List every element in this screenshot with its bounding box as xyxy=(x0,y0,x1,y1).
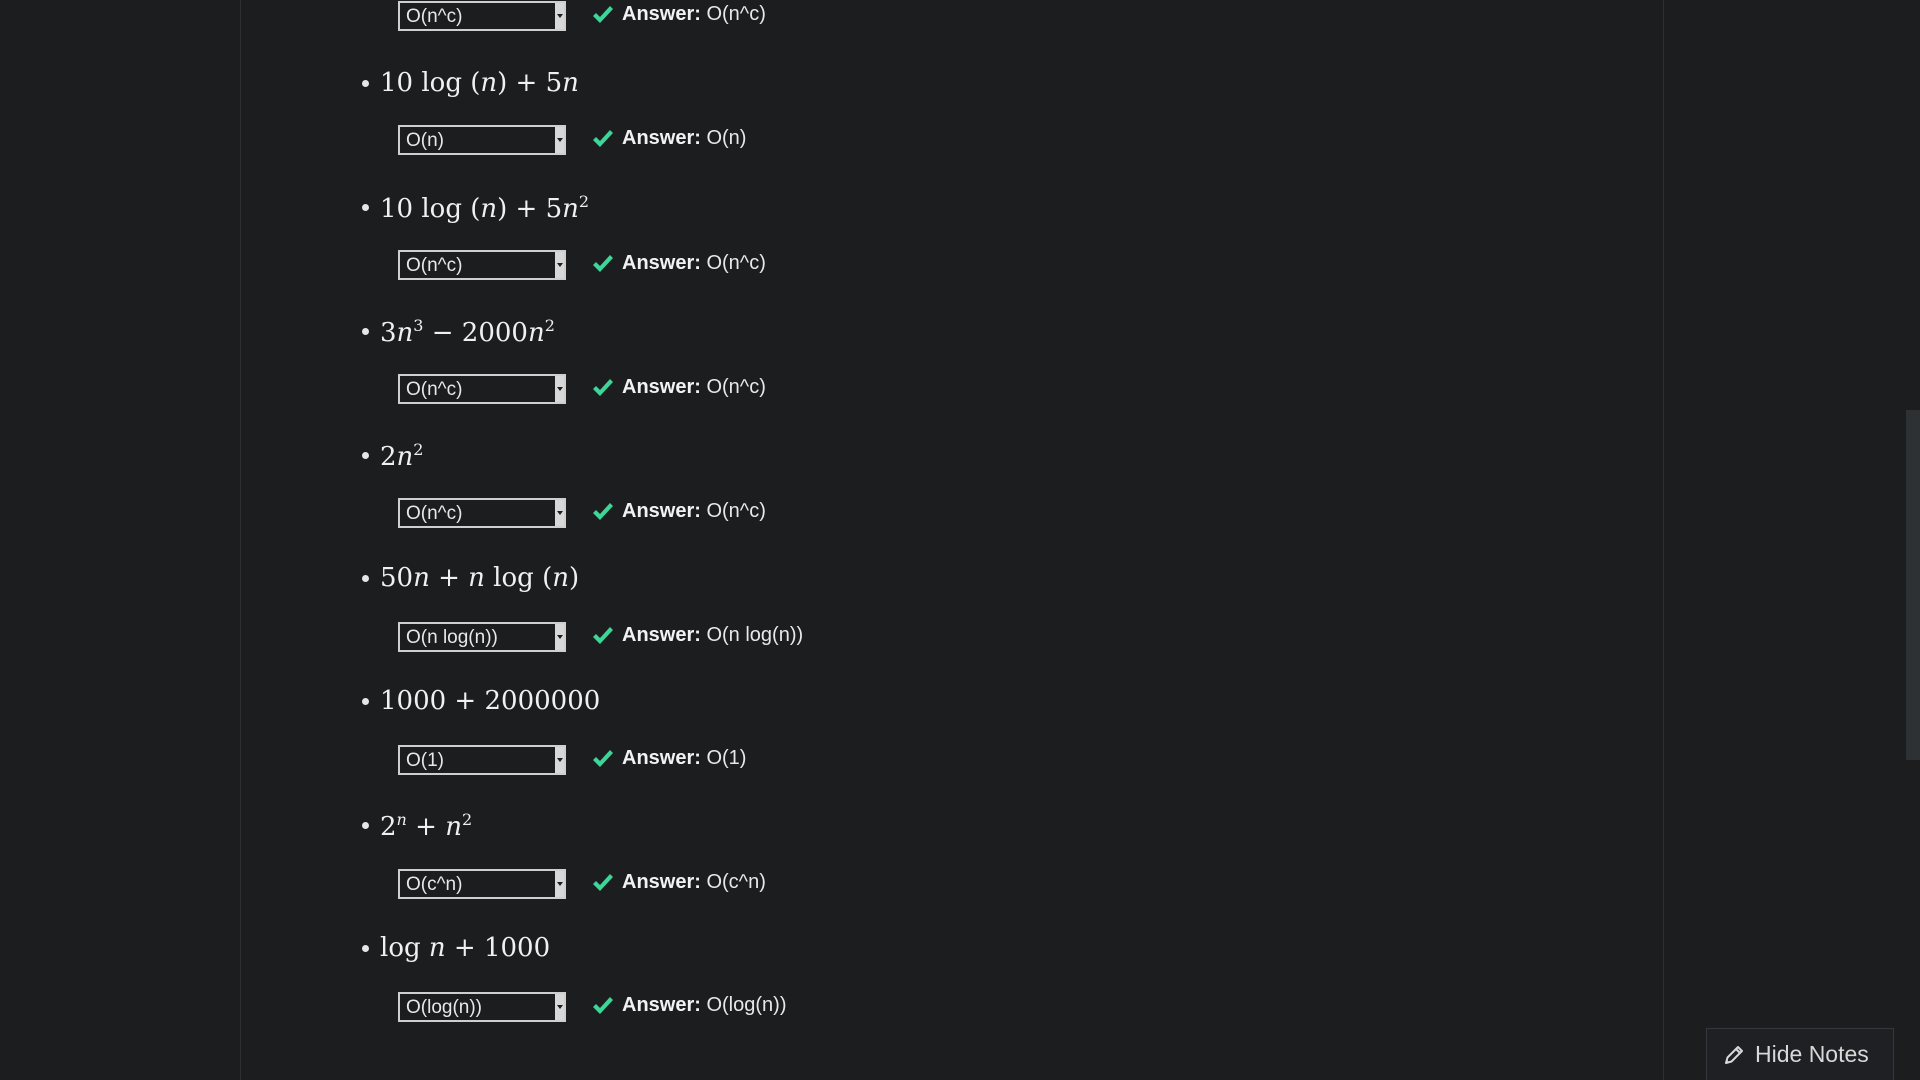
dropdown-arrow-icon[interactable] xyxy=(555,3,564,29)
check-icon xyxy=(593,255,613,272)
answer-text: Answer: O(1) xyxy=(622,747,746,770)
math-expression: 2n + n2 xyxy=(380,810,473,842)
content-column xyxy=(240,0,1664,1080)
check-icon xyxy=(593,874,613,891)
answer-value: O(c^n) xyxy=(706,871,766,893)
complexity-select[interactable]: O(c^n) xyxy=(398,869,566,899)
select-value: O(n^c) xyxy=(406,379,463,400)
math-expression: log n + 1000 xyxy=(380,933,551,963)
answer-value: O(n^c) xyxy=(706,376,766,398)
bullet xyxy=(362,698,369,705)
check-icon xyxy=(593,130,613,147)
check-icon xyxy=(593,627,613,644)
answer-label: Answer: xyxy=(622,624,701,646)
scrollbar-thumb[interactable] xyxy=(1906,410,1920,760)
answer-value: O(n^c) xyxy=(706,3,766,25)
answer-label: Answer: xyxy=(622,871,701,893)
select-value: O(n^c) xyxy=(406,503,463,524)
dropdown-arrow-icon[interactable] xyxy=(555,376,564,402)
answer-value: O(log(n)) xyxy=(706,994,787,1016)
answer-text: Answer: O(c^n) xyxy=(622,871,766,894)
bullet xyxy=(362,328,369,335)
answer-text: Answer: O(n^c) xyxy=(622,500,766,523)
complexity-select[interactable]: O(1) xyxy=(398,745,566,775)
answer-value: O(1) xyxy=(706,747,747,769)
select-value: O(n^c) xyxy=(406,255,463,276)
math-expression: 10 log (n) + 5n xyxy=(380,68,579,98)
select-value: O(n) xyxy=(406,130,444,151)
answer-label: Answer: xyxy=(622,252,701,274)
dropdown-arrow-icon[interactable] xyxy=(555,500,564,526)
answer-text: Answer: O(n) xyxy=(622,127,746,150)
pencil-icon xyxy=(1725,1045,1743,1064)
complexity-select[interactable]: O(n^c) xyxy=(398,374,566,404)
bullet xyxy=(362,945,369,952)
dropdown-arrow-icon[interactable] xyxy=(555,994,564,1020)
check-icon xyxy=(593,503,613,520)
check-icon xyxy=(593,750,613,767)
answer-value: O(n^c) xyxy=(706,500,766,522)
bullet xyxy=(362,452,369,459)
check-icon xyxy=(593,379,613,396)
answer-value: O(n^c) xyxy=(706,252,766,274)
answer-value: O(n log(n)) xyxy=(706,624,804,646)
answer-label: Answer: xyxy=(622,127,701,149)
complexity-select[interactable]: O(n log(n)) xyxy=(398,622,566,652)
math-expression: 10 log (n) + 5n2 xyxy=(380,192,590,224)
math-expression: 1000 + 2000000 xyxy=(380,686,601,716)
answer-value: O(n) xyxy=(706,127,747,149)
select-value: O(n log(n)) xyxy=(406,627,498,648)
answer-text: Answer: O(n^c) xyxy=(622,376,766,399)
complexity-select[interactable]: O(log(n)) xyxy=(398,992,566,1022)
check-icon xyxy=(593,6,613,23)
hide-notes-button[interactable]: Hide Notes xyxy=(1706,1028,1894,1080)
select-value: O(c^n) xyxy=(406,874,463,895)
select-value: O(n^c) xyxy=(406,6,463,27)
bullet xyxy=(362,80,369,87)
check-icon xyxy=(593,997,613,1014)
answer-text: Answer: O(n^c) xyxy=(622,252,766,275)
dropdown-arrow-icon[interactable] xyxy=(555,127,564,153)
answer-label: Answer: xyxy=(622,747,701,769)
dropdown-arrow-icon[interactable] xyxy=(555,871,564,897)
dropdown-arrow-icon[interactable] xyxy=(555,624,564,650)
answer-label: Answer: xyxy=(622,500,701,522)
math-expression: 3n3 − 2000n2 xyxy=(380,316,555,348)
bullet xyxy=(362,204,369,211)
bullet xyxy=(362,822,369,829)
math-expression: 2n2 xyxy=(380,440,424,472)
answer-text: Answer: O(n^c) xyxy=(622,3,766,26)
complexity-select[interactable]: O(n^c) xyxy=(398,1,566,31)
math-expression: 50n + n log (n) xyxy=(380,563,580,593)
complexity-select[interactable]: O(n) xyxy=(398,125,566,155)
complexity-select[interactable]: O(n^c) xyxy=(398,498,566,528)
scrollbar[interactable] xyxy=(1906,0,1920,1080)
answer-text: Answer: O(n log(n)) xyxy=(622,624,803,647)
answer-label: Answer: xyxy=(622,3,701,25)
complexity-select[interactable]: O(n^c) xyxy=(398,250,566,280)
select-value: O(log(n)) xyxy=(406,997,483,1018)
hide-notes-label: Hide Notes xyxy=(1755,1041,1869,1067)
bullet xyxy=(362,575,369,582)
select-value: O(1) xyxy=(406,750,444,771)
dropdown-arrow-icon[interactable] xyxy=(555,747,564,773)
answer-label: Answer: xyxy=(622,994,701,1016)
dropdown-arrow-icon[interactable] xyxy=(555,252,564,278)
answer-label: Answer: xyxy=(622,376,701,398)
answer-text: Answer: O(log(n)) xyxy=(622,994,786,1017)
